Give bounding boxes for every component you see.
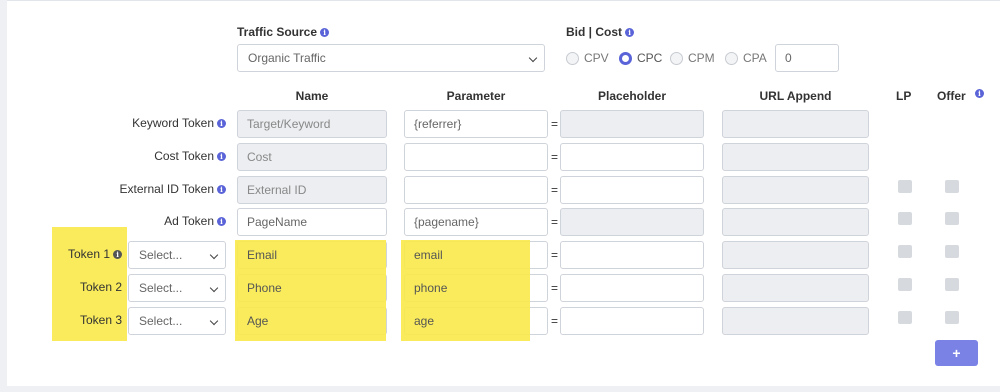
parameter-field[interactable]: [404, 176, 548, 204]
row-label-text: Ad Token: [164, 214, 214, 228]
token-1-select[interactable]: Select...: [128, 241, 226, 269]
info-icon[interactable]: i: [217, 185, 226, 194]
traffic-source-heading: Traffic Source i: [237, 25, 330, 39]
chevron-down-icon: [209, 250, 219, 260]
offer-checkbox[interactable]: [945, 278, 959, 291]
info-icon[interactable]: i: [625, 28, 635, 37]
parameter-field[interactable]: {referrer}: [404, 110, 548, 138]
token-2-label: Token 2: [80, 280, 123, 294]
radio-cpm-label: CPM: [688, 51, 715, 65]
row-label-keyword-token: Keyword Token i: [100, 116, 226, 130]
chevron-down-icon: [209, 283, 219, 293]
radio-cpv[interactable]: [566, 52, 579, 65]
row-label-external-id-token: External ID Token i: [90, 182, 226, 196]
info-icon[interactable]: i: [320, 28, 330, 37]
token-1-label: Token 1i: [68, 247, 123, 261]
radio-cpm[interactable]: [670, 52, 683, 65]
url-append-field: [722, 241, 869, 269]
name-field: Cost: [237, 143, 387, 171]
placeholder-field[interactable]: [560, 176, 704, 204]
row-label-text: External ID Token: [119, 182, 215, 196]
token-3-name-value: Age: [247, 314, 269, 328]
traffic-source-value: Organic Traffic: [248, 51, 326, 65]
token-1-name-value: Email: [247, 248, 278, 262]
column-header-offer: Offer: [937, 89, 966, 103]
equals-sign: =: [551, 215, 559, 229]
info-icon[interactable]: i: [113, 250, 123, 259]
row-label-text: Cost Token: [154, 149, 214, 163]
offer-checkbox[interactable]: [945, 311, 959, 324]
token-3-select[interactable]: Select...: [128, 307, 226, 335]
equals-sign: =: [551, 281, 559, 295]
token-2-name-value: Phone: [247, 281, 282, 295]
placeholder-field: [560, 110, 704, 138]
column-header-placeholder: Placeholder: [597, 89, 667, 103]
chevron-down-icon: [209, 316, 219, 326]
column-header-lp: LP: [896, 89, 912, 103]
offer-checkbox[interactable]: [945, 180, 959, 193]
url-append-field: [722, 110, 869, 138]
column-header-name: Name: [295, 89, 329, 103]
radio-cpa-label: CPA: [743, 51, 767, 65]
token-1-parameter-value: email: [414, 248, 443, 262]
url-append-field: [722, 176, 869, 204]
token-2-select[interactable]: Select...: [128, 274, 226, 302]
column-header-parameter: Parameter: [446, 89, 506, 103]
equals-sign: =: [551, 248, 559, 262]
info-icon[interactable]: i: [217, 217, 226, 226]
info-icon[interactable]: i: [217, 119, 226, 128]
url-append-field: [722, 143, 869, 171]
parameter-field[interactable]: [404, 143, 548, 171]
placeholder-field: [560, 208, 704, 236]
equals-sign: =: [551, 314, 559, 328]
name-field[interactable]: PageName: [237, 208, 387, 236]
row-label-cost-token: Cost Token i: [100, 149, 226, 163]
lp-checkbox[interactable]: [898, 278, 912, 291]
parameter-field[interactable]: {pagename}: [404, 208, 548, 236]
token-3-parameter-value: age: [414, 314, 435, 328]
placeholder-field[interactable]: [560, 241, 704, 269]
equals-sign: =: [551, 183, 559, 197]
select-value: Select...: [139, 248, 183, 262]
url-append-field: [722, 274, 869, 302]
info-icon[interactable]: i: [217, 152, 226, 161]
lp-checkbox[interactable]: [898, 311, 912, 324]
placeholder-field[interactable]: [560, 274, 704, 302]
lp-checkbox[interactable]: [898, 180, 912, 193]
radio-cpa[interactable]: [725, 52, 738, 65]
token-2-parameter-value: phone: [414, 281, 448, 295]
offer-checkbox[interactable]: [945, 212, 959, 225]
bid-cost-label: Bid | Cost: [566, 25, 623, 39]
traffic-source-select[interactable]: Organic Traffic: [237, 44, 545, 72]
equals-sign: =: [551, 150, 559, 164]
bid-cost-input[interactable]: 0: [775, 44, 839, 72]
token-3-label: Token 3: [80, 313, 123, 327]
select-value: Select...: [139, 314, 183, 328]
column-header-url-append: URL Append: [759, 89, 832, 103]
offer-checkbox[interactable]: [945, 245, 959, 258]
placeholder-field[interactable]: [560, 143, 704, 171]
info-icon[interactable]: i: [975, 89, 984, 98]
row-label-text: Token 1: [68, 247, 111, 261]
radio-cpc-label: CPC: [637, 51, 663, 65]
name-field: External ID: [237, 176, 387, 204]
add-token-button[interactable]: +: [935, 340, 978, 366]
equals-sign: =: [551, 117, 559, 131]
radio-cpv-label: CPV: [584, 51, 609, 65]
lp-checkbox[interactable]: [898, 245, 912, 258]
placeholder-field[interactable]: [560, 307, 704, 335]
row-label-text: Keyword Token: [132, 116, 214, 130]
name-field: Target/Keyword: [237, 110, 387, 138]
chevron-down-icon: [528, 53, 538, 63]
radio-cpc[interactable]: [619, 52, 632, 65]
select-value: Select...: [139, 281, 183, 295]
traffic-source-label: Traffic Source: [237, 25, 318, 39]
lp-checkbox[interactable]: [898, 212, 912, 225]
row-label-ad-token: Ad Token i: [100, 214, 226, 228]
bid-cost-heading: Bid | Cost i: [566, 25, 635, 39]
url-append-field: [722, 208, 869, 236]
url-append-field: [722, 307, 869, 335]
